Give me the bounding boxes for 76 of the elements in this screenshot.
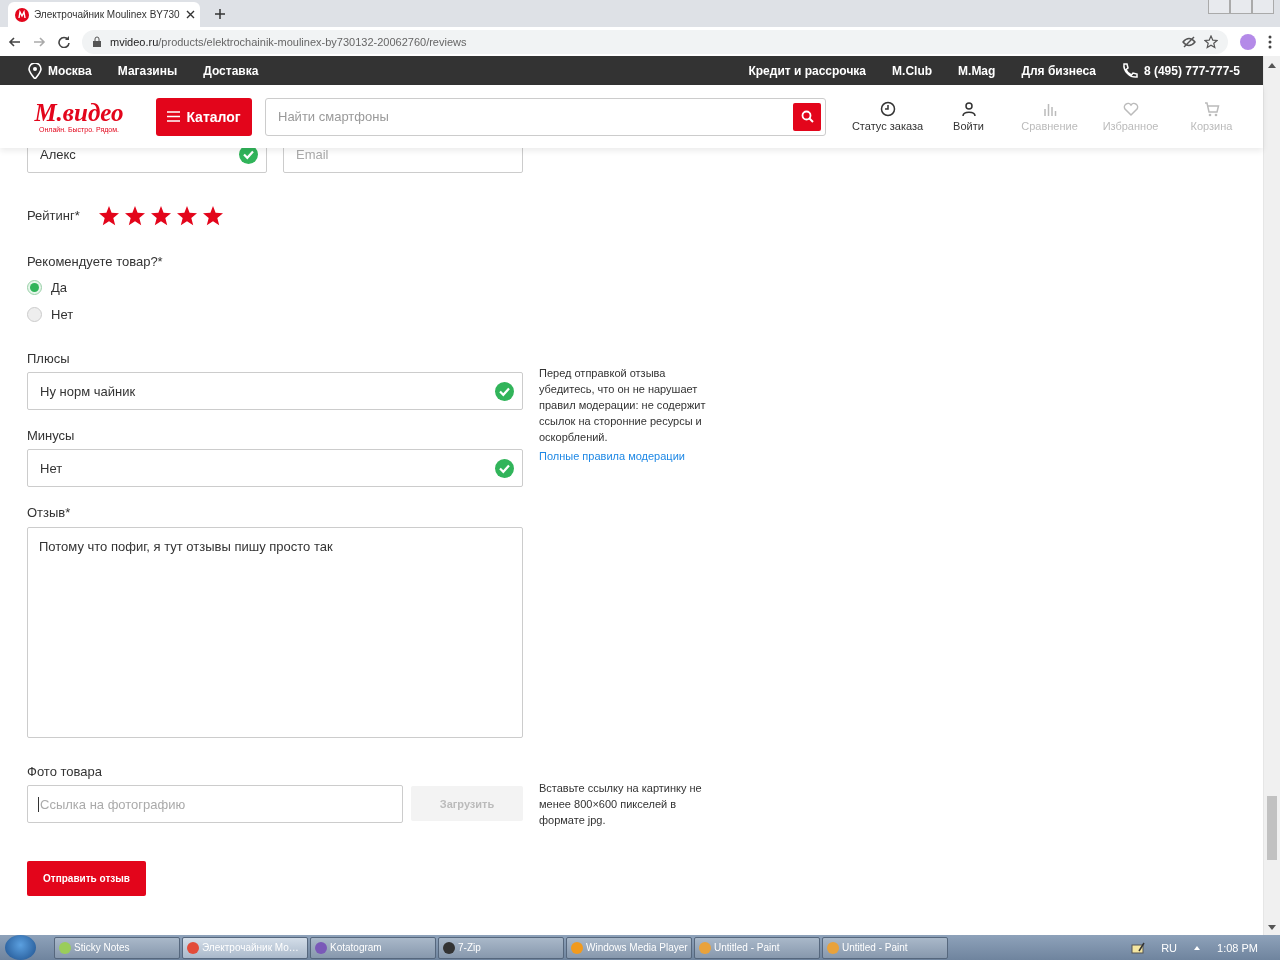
lock-icon	[92, 36, 102, 47]
app-icon	[187, 941, 199, 954]
star-icon[interactable]	[149, 205, 172, 226]
nav-link[interactable]: Кредит и рассрочка	[748, 63, 867, 78]
search-button[interactable]	[793, 102, 821, 131]
radio-button[interactable]	[27, 280, 42, 295]
close-icon[interactable]	[184, 9, 196, 20]
url-text: mvideo.ru/products/elektrochainik-moulinex-by730132-20062760/reviews	[110, 35, 468, 48]
star-icon[interactable]	[1204, 34, 1218, 49]
star-icon[interactable]	[201, 205, 224, 226]
field-label: Рейтинг*	[27, 208, 80, 223]
profile-avatar[interactable]	[1240, 33, 1256, 50]
location-pin-icon	[28, 62, 42, 79]
app-icon	[59, 941, 71, 954]
field-label: Фото товара	[27, 764, 103, 779]
nav-link[interactable]: Магазины	[117, 63, 178, 78]
nav-link[interactable]: M.Club	[892, 63, 933, 78]
field-label: Рекомендуете товар?*	[27, 254, 164, 269]
scroll-up-icon[interactable]	[1267, 62, 1277, 69]
app-icon	[443, 941, 455, 954]
name-field[interactable]: Алекс	[27, 148, 267, 173]
cons-field[interactable]: Нет	[27, 449, 523, 487]
browser-tab[interactable]: Электрочайник Moulinex BY730	[8, 2, 200, 27]
tab-title: Электрочайник Moulinex BY730	[34, 9, 180, 20]
cart-icon	[1203, 101, 1220, 117]
clock-icon	[879, 101, 896, 117]
nav-link[interactable]: Доставка	[203, 63, 259, 78]
back-icon[interactable]	[8, 35, 21, 48]
person-icon	[960, 101, 977, 117]
start-button[interactable]	[5, 935, 36, 960]
moderation-rules-link[interactable]: Полные правила модерации	[539, 450, 685, 462]
moderation-note: Перед отправкой отзыва убедитесь, что он не нарушает правил модерации: не содержит ссылок на сторонние ресурсы и оскорблений.	[539, 366, 707, 445]
app-icon	[315, 941, 327, 954]
scrollbar[interactable]	[1263, 56, 1280, 935]
reload-icon[interactable]	[58, 35, 70, 48]
note-tray-icon[interactable]	[1131, 941, 1146, 954]
language-indicator[interactable]: RU	[1161, 941, 1178, 954]
phone-link[interactable]: 8 (495) 777-777-5	[1143, 63, 1240, 78]
header-action-button[interactable]: Войти	[928, 101, 1009, 132]
app-icon	[827, 941, 839, 954]
show-hidden-icons-icon[interactable]	[1193, 944, 1202, 951]
new-tab-icon[interactable]	[214, 8, 226, 20]
search-field[interactable]: Найти смартфоны	[265, 97, 826, 136]
menu-icon[interactable]	[1268, 34, 1272, 49]
scrollbar-thumb[interactable]	[1267, 796, 1277, 860]
catalog-button[interactable]: Каталог	[156, 97, 252, 136]
photo-hint: Вставьте ссылку на картинку не менее 800×600 пикселей в формате jpg.	[539, 781, 703, 828]
field-label: Отзыв*	[27, 505, 72, 520]
field-label: Плюсы	[27, 351, 71, 366]
scroll-down-icon[interactable]	[1267, 924, 1277, 931]
logo-text: М.видео	[34, 100, 124, 126]
nav-link[interactable]: Для бизнеса	[1021, 63, 1096, 78]
radio-label: Нет	[51, 307, 74, 322]
star-icon[interactable]	[97, 205, 120, 226]
app-icon	[571, 941, 583, 954]
clock-text[interactable]: 1:08 PM	[1217, 941, 1258, 954]
phone-icon	[1121, 62, 1138, 79]
city-link[interactable]: Москва	[48, 63, 92, 78]
address-bar[interactable]: mvideo.ru/products/elektrochainik-moulinex-by730132-20062760/reviews	[82, 29, 1228, 54]
menu-icon	[167, 111, 181, 122]
eye-off-icon[interactable]	[1182, 34, 1196, 49]
pros-field[interactable]: Ну норм чайник	[27, 372, 523, 410]
heart-icon	[1122, 101, 1139, 117]
submit-review-button[interactable]: Отправить отзыв	[27, 861, 146, 896]
review-textarea[interactable]: Потому что пофиг, я тут отзывы пишу просто так	[27, 527, 523, 738]
radio-button[interactable]	[27, 307, 42, 322]
header-action-button[interactable]: Статус заказа	[847, 101, 928, 132]
bar-chart-icon	[1041, 101, 1058, 117]
radio-label: Да	[51, 280, 68, 295]
nav-link[interactable]: M.Mag	[958, 63, 996, 78]
search-icon	[800, 110, 814, 123]
star-icon[interactable]	[175, 205, 198, 226]
star-icon[interactable]	[123, 205, 146, 226]
app-icon	[699, 941, 711, 954]
site-favicon-icon	[15, 7, 29, 22]
field-label: Минусы	[27, 428, 76, 443]
